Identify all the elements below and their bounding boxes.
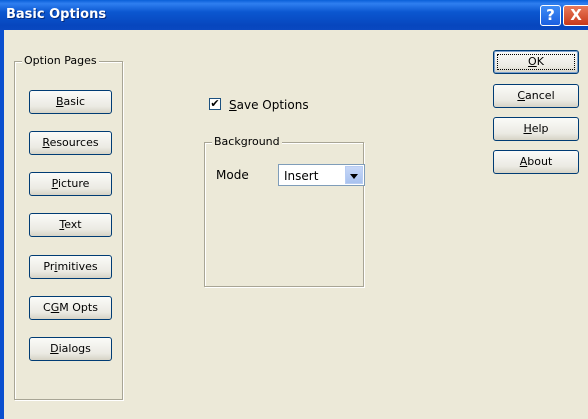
focus-ring [497,54,575,70]
mode-select[interactable]: Insert [278,164,365,186]
mode-label: Mode [216,168,249,182]
chevron-down-icon[interactable] [345,166,363,184]
ok-button[interactable]: OK [493,50,579,74]
option-pages-legend: Option Pages [22,54,99,67]
mode-select-value: Insert [284,169,319,183]
about-button[interactable]: About [493,150,579,174]
help-icon[interactable]: ? [540,5,561,26]
window-title: Basic Options [6,7,107,22]
save-options-checkbox[interactable]: ✔ [209,98,221,110]
cgm-opts-button[interactable]: CGM Opts [29,296,112,320]
cancel-button[interactable]: Cancel [493,84,579,108]
basic-button[interactable]: Basic [29,90,112,114]
picture-button[interactable]: Picture [29,172,112,196]
background-legend: Background [212,135,282,148]
resources-button[interactable]: Resources [29,131,112,155]
close-icon[interactable]: X [563,5,588,26]
save-options-label[interactable]: Save Options [229,98,309,112]
text-button[interactable]: Text [29,213,112,237]
basic-options-dialog: Basic Options ? X Option Pages Basic Res… [0,0,588,419]
primitives-button[interactable]: Primitives [29,255,112,279]
title-bar[interactable]: Basic Options ? X [0,0,588,30]
window-frame-left [0,30,4,419]
dialogs-button[interactable]: Dialogs [29,337,112,361]
help-button[interactable]: Help [493,117,579,141]
